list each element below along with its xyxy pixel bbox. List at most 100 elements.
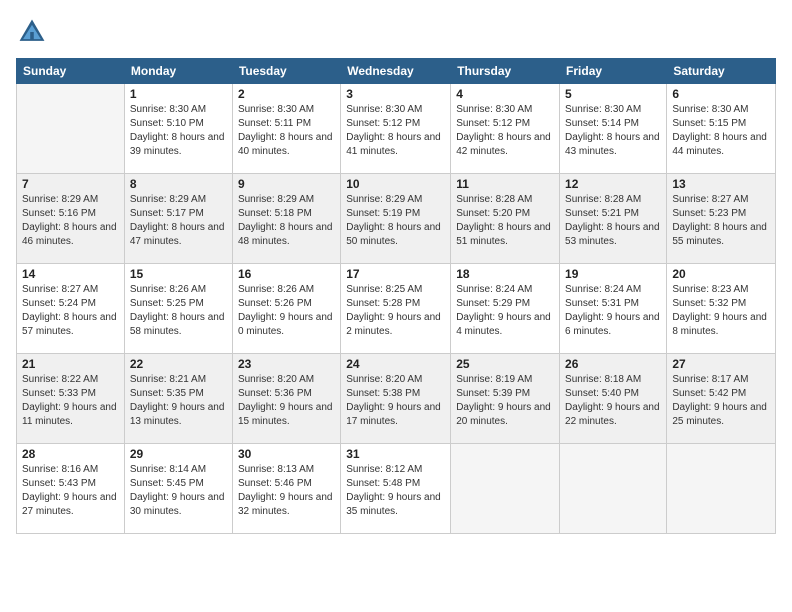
calendar-cell: 15 Sunrise: 8:26 AM Sunset: 5:25 PM Dayli… <box>124 264 232 354</box>
day-number: 10 <box>346 177 445 191</box>
calendar-cell: 31Sunrise: 8:12 AM Sunset: 5:48 PM Dayli… <box>341 444 451 534</box>
day-number: 8 <box>130 177 227 191</box>
calendar-cell: 24 Sunrise: 8:20 AM Sunset: 5:38 PM Dayli… <box>341 354 451 444</box>
day-info: Sunrise: 8:28 AM Sunset: 5:20 PM Dayligh… <box>456 193 554 249</box>
logo-icon <box>16 16 48 48</box>
calendar-cell <box>667 444 776 534</box>
day-number: 21 <box>22 357 119 371</box>
calendar-cell: 16 Sunrise: 8:26 AM Sunset: 5:26 PM Dayli… <box>232 264 340 354</box>
day-info: Sunrise: 8:12 AM Sunset: 5:48 PM Dayligh… <box>346 463 445 519</box>
calendar-cell: 7 Sunrise: 8:29 AM Sunset: 5:16 PM Daylig… <box>17 174 125 264</box>
day-number: 9 <box>238 177 335 191</box>
day-info: Sunrise: 8:19 AM Sunset: 5:39 PM Dayligh… <box>456 373 554 429</box>
day-info: Sunrise: 8:14 AM Sunset: 5:45 PM Dayligh… <box>130 463 227 519</box>
day-number: 19 <box>565 267 661 281</box>
day-number: 20 <box>672 267 770 281</box>
calendar-cell: 11 Sunrise: 8:28 AM Sunset: 5:20 PM Dayli… <box>451 174 560 264</box>
day-number: 15 <box>130 267 227 281</box>
day-number: 27 <box>672 357 770 371</box>
calendar-cell: 13 Sunrise: 8:27 AM Sunset: 5:23 PM Dayli… <box>667 174 776 264</box>
day-info: Sunrise: 8:28 AM Sunset: 5:21 PM Dayligh… <box>565 193 661 249</box>
day-info: Sunrise: 8:25 AM Sunset: 5:28 PM Dayligh… <box>346 283 445 339</box>
calendar-cell: 2Sunrise: 8:30 AM Sunset: 5:11 PM Daylig… <box>232 84 340 174</box>
calendar-cell: 28 Sunrise: 8:16 AM Sunset: 5:43 PM Dayli… <box>17 444 125 534</box>
day-info: Sunrise: 8:17 AM Sunset: 5:42 PM Dayligh… <box>672 373 770 429</box>
day-info: Sunrise: 8:24 AM Sunset: 5:29 PM Dayligh… <box>456 283 554 339</box>
day-info: Sunrise: 8:23 AM Sunset: 5:32 PM Dayligh… <box>672 283 770 339</box>
day-info: Sunrise: 8:27 AM Sunset: 5:24 PM Dayligh… <box>22 283 119 339</box>
day-number: 11 <box>456 177 554 191</box>
day-number: 12 <box>565 177 661 191</box>
calendar-cell <box>17 84 125 174</box>
weekday-header-sunday: Sunday <box>17 59 125 84</box>
calendar-week-row: 7 Sunrise: 8:29 AM Sunset: 5:16 PM Daylig… <box>17 174 776 264</box>
weekday-header-thursday: Thursday <box>451 59 560 84</box>
calendar-cell: 14 Sunrise: 8:27 AM Sunset: 5:24 PM Dayli… <box>17 264 125 354</box>
day-info: Sunrise: 8:29 AM Sunset: 5:16 PM Dayligh… <box>22 193 119 249</box>
day-info: Sunrise: 8:30 AM Sunset: 5:14 PM Dayligh… <box>565 103 661 159</box>
header <box>16 16 776 48</box>
weekday-header-monday: Monday <box>124 59 232 84</box>
day-number: 23 <box>238 357 335 371</box>
day-info: Sunrise: 8:20 AM Sunset: 5:38 PM Dayligh… <box>346 373 445 429</box>
day-info: Sunrise: 8:27 AM Sunset: 5:23 PM Dayligh… <box>672 193 770 249</box>
day-number: 24 <box>346 357 445 371</box>
day-number: 26 <box>565 357 661 371</box>
day-number: 14 <box>22 267 119 281</box>
day-info: Sunrise: 8:30 AM Sunset: 5:12 PM Dayligh… <box>456 103 554 159</box>
calendar-cell: 17 Sunrise: 8:25 AM Sunset: 5:28 PM Dayli… <box>341 264 451 354</box>
calendar-cell: 8 Sunrise: 8:29 AM Sunset: 5:17 PM Daylig… <box>124 174 232 264</box>
page-container: SundayMondayTuesdayWednesdayThursdayFrid… <box>0 0 792 612</box>
day-info: Sunrise: 8:20 AM Sunset: 5:36 PM Dayligh… <box>238 373 335 429</box>
calendar-cell: 23 Sunrise: 8:20 AM Sunset: 5:36 PM Dayli… <box>232 354 340 444</box>
calendar-table: SundayMondayTuesdayWednesdayThursdayFrid… <box>16 58 776 534</box>
calendar-cell: 21 Sunrise: 8:22 AM Sunset: 5:33 PM Dayli… <box>17 354 125 444</box>
day-info: Sunrise: 8:26 AM Sunset: 5:25 PM Dayligh… <box>130 283 227 339</box>
calendar-cell: 3Sunrise: 8:30 AM Sunset: 5:12 PM Daylig… <box>341 84 451 174</box>
calendar-cell: 12 Sunrise: 8:28 AM Sunset: 5:21 PM Dayli… <box>560 174 667 264</box>
day-number: 22 <box>130 357 227 371</box>
weekday-header-saturday: Saturday <box>667 59 776 84</box>
calendar-cell: 20 Sunrise: 8:23 AM Sunset: 5:32 PM Dayli… <box>667 264 776 354</box>
calendar-cell <box>451 444 560 534</box>
day-info: Sunrise: 8:26 AM Sunset: 5:26 PM Dayligh… <box>238 283 335 339</box>
calendar-cell <box>560 444 667 534</box>
day-info: Sunrise: 8:16 AM Sunset: 5:43 PM Dayligh… <box>22 463 119 519</box>
day-info: Sunrise: 8:30 AM Sunset: 5:12 PM Dayligh… <box>346 103 445 159</box>
calendar-cell: 29 Sunrise: 8:14 AM Sunset: 5:45 PM Dayli… <box>124 444 232 534</box>
day-number: 4 <box>456 87 554 101</box>
logo <box>16 16 52 48</box>
calendar-cell: 22Sunrise: 8:21 AM Sunset: 5:35 PM Dayli… <box>124 354 232 444</box>
day-number: 17 <box>346 267 445 281</box>
weekday-header-friday: Friday <box>560 59 667 84</box>
calendar-week-row: 28 Sunrise: 8:16 AM Sunset: 5:43 PM Dayli… <box>17 444 776 534</box>
day-number: 1 <box>130 87 227 101</box>
day-info: Sunrise: 8:29 AM Sunset: 5:18 PM Dayligh… <box>238 193 335 249</box>
calendar-cell: 30Sunrise: 8:13 AM Sunset: 5:46 PM Dayli… <box>232 444 340 534</box>
day-number: 16 <box>238 267 335 281</box>
calendar-cell: 9 Sunrise: 8:29 AM Sunset: 5:18 PM Daylig… <box>232 174 340 264</box>
calendar-cell: 1Sunrise: 8:30 AM Sunset: 5:10 PM Daylig… <box>124 84 232 174</box>
day-info: Sunrise: 8:13 AM Sunset: 5:46 PM Dayligh… <box>238 463 335 519</box>
day-info: Sunrise: 8:30 AM Sunset: 5:11 PM Dayligh… <box>238 103 335 159</box>
calendar-cell: 5Sunrise: 8:30 AM Sunset: 5:14 PM Daylig… <box>560 84 667 174</box>
calendar-cell: 18 Sunrise: 8:24 AM Sunset: 5:29 PM Dayli… <box>451 264 560 354</box>
day-number: 13 <box>672 177 770 191</box>
day-info: Sunrise: 8:29 AM Sunset: 5:17 PM Dayligh… <box>130 193 227 249</box>
day-number: 18 <box>456 267 554 281</box>
weekday-header-wednesday: Wednesday <box>341 59 451 84</box>
calendar-cell: 10 Sunrise: 8:29 AM Sunset: 5:19 PM Dayli… <box>341 174 451 264</box>
day-info: Sunrise: 8:29 AM Sunset: 5:19 PM Dayligh… <box>346 193 445 249</box>
day-number: 29 <box>130 447 227 461</box>
day-number: 28 <box>22 447 119 461</box>
day-info: Sunrise: 8:22 AM Sunset: 5:33 PM Dayligh… <box>22 373 119 429</box>
day-number: 7 <box>22 177 119 191</box>
day-info: Sunrise: 8:30 AM Sunset: 5:15 PM Dayligh… <box>672 103 770 159</box>
weekday-header-tuesday: Tuesday <box>232 59 340 84</box>
calendar-cell: 6Sunrise: 8:30 AM Sunset: 5:15 PM Daylig… <box>667 84 776 174</box>
calendar-cell: 27 Sunrise: 8:17 AM Sunset: 5:42 PM Dayli… <box>667 354 776 444</box>
calendar-cell: 4 Sunrise: 8:30 AM Sunset: 5:12 PM Daylig… <box>451 84 560 174</box>
calendar-cell: 25Sunrise: 8:19 AM Sunset: 5:39 PM Dayli… <box>451 354 560 444</box>
calendar-week-row: 14 Sunrise: 8:27 AM Sunset: 5:24 PM Dayli… <box>17 264 776 354</box>
calendar-cell: 19Sunrise: 8:24 AM Sunset: 5:31 PM Dayli… <box>560 264 667 354</box>
